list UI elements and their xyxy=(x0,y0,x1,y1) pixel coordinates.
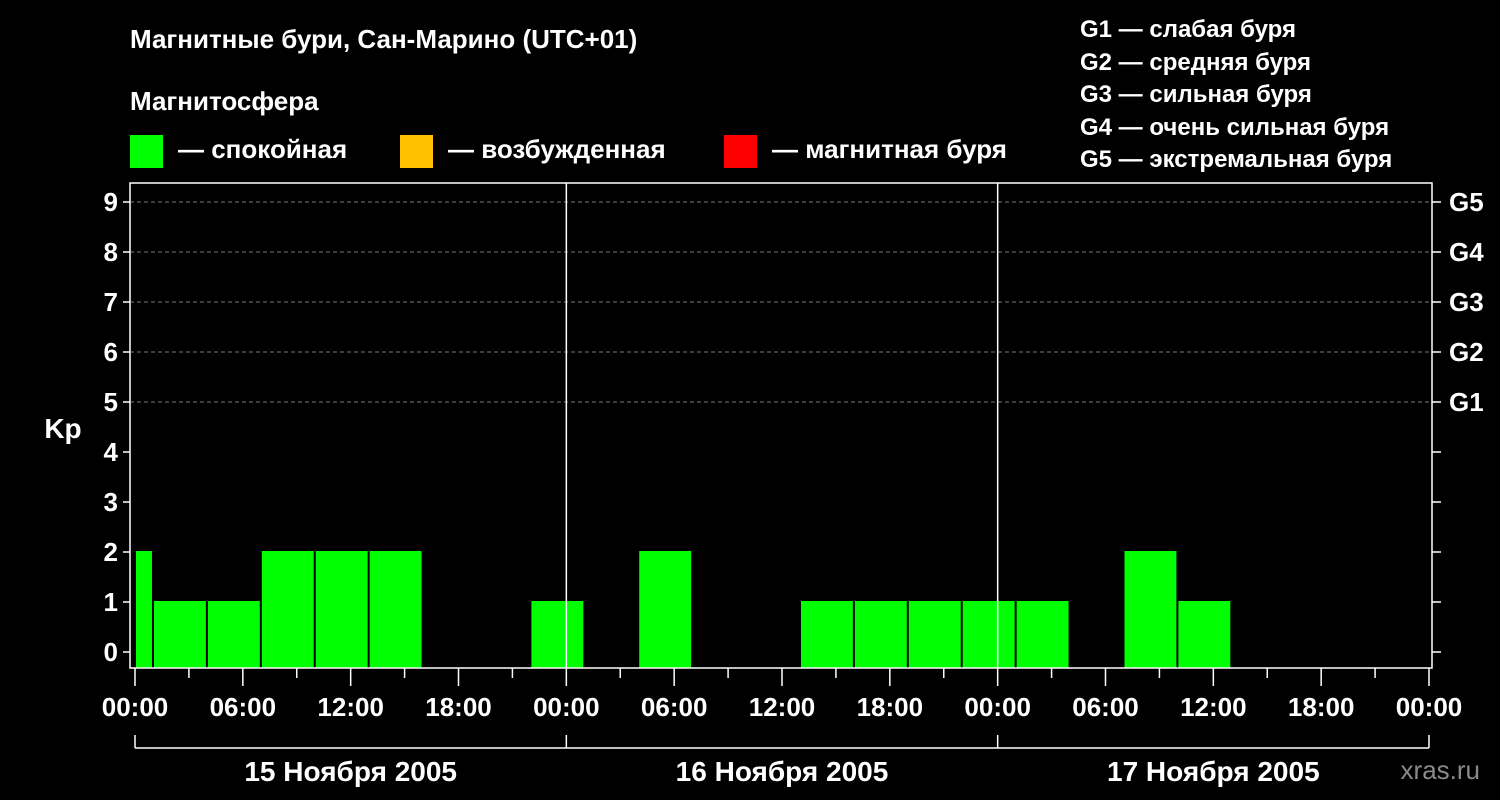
y-tick-label-7: 7 xyxy=(104,287,118,317)
x-tick-label-4: 00:00 xyxy=(533,692,600,722)
y-tick-label-8: 8 xyxy=(104,237,118,267)
watermark: xras.ru xyxy=(1400,755,1480,785)
x-tick-label-5: 06:00 xyxy=(641,692,708,722)
x-tick-label-1: 06:00 xyxy=(210,692,277,722)
y-axis-label: Kp xyxy=(44,413,81,444)
right-label-G3: G3 xyxy=(1449,287,1484,317)
y-tick-label-0: 0 xyxy=(104,637,118,667)
kp-bar-3 xyxy=(261,551,314,668)
x-tick-label-2: 12:00 xyxy=(317,692,384,722)
y-tick-label-9: 9 xyxy=(104,187,118,217)
x-tick-label-6: 12:00 xyxy=(749,692,816,722)
day-label-1: 16 Ноября 2005 xyxy=(676,756,889,787)
kp-bar-5 xyxy=(369,551,422,668)
y-tick-label-3: 3 xyxy=(104,487,118,517)
x-tick-label-8: 00:00 xyxy=(964,692,1031,722)
right-label-G2: G2 xyxy=(1449,337,1484,367)
y-tick-label-4: 4 xyxy=(104,437,119,467)
right-label-G1: G1 xyxy=(1449,387,1484,417)
kp-bar-14 xyxy=(1178,601,1231,668)
x-tick-label-10: 12:00 xyxy=(1180,692,1247,722)
kp-bar-9 xyxy=(854,601,907,668)
kp-bar-2 xyxy=(207,601,260,668)
kp-bar-10 xyxy=(908,601,961,668)
y-tick-label-6: 6 xyxy=(104,337,118,367)
x-tick-label-3: 18:00 xyxy=(425,692,492,722)
x-tick-label-12: 00:00 xyxy=(1396,692,1463,722)
y-tick-label-5: 5 xyxy=(104,387,118,417)
kp-bar-1 xyxy=(153,601,206,668)
x-tick-label-9: 06:00 xyxy=(1072,692,1139,722)
kp-bar-0 xyxy=(136,551,152,668)
right-label-G4: G4 xyxy=(1449,237,1484,267)
kp-bar-4 xyxy=(315,551,368,668)
kp-bar-12 xyxy=(1016,601,1069,668)
day-label-0: 15 Ноября 2005 xyxy=(244,756,457,787)
x-tick-label-7: 18:00 xyxy=(857,692,924,722)
kp-bar-7 xyxy=(639,551,692,668)
kp-bar-6 xyxy=(531,601,584,668)
x-tick-label-11: 18:00 xyxy=(1288,692,1355,722)
kp-bar-8 xyxy=(800,601,853,668)
y-tick-label-2: 2 xyxy=(104,537,118,567)
right-label-G5: G5 xyxy=(1449,187,1484,217)
x-tick-label-0: 00:00 xyxy=(102,692,169,722)
y-tick-label-1: 1 xyxy=(104,587,118,617)
kp-bar-11 xyxy=(962,601,1015,668)
kp-chart: 0 1 2 3 4 5 6 7 8 9 G1 G2 G3 G4 G5 Kp 00:00 06:00 12:00 18:… xyxy=(44,182,1484,787)
kp-bar-13 xyxy=(1124,551,1177,668)
day-label-2: 17 Ноября 2005 xyxy=(1107,756,1320,787)
